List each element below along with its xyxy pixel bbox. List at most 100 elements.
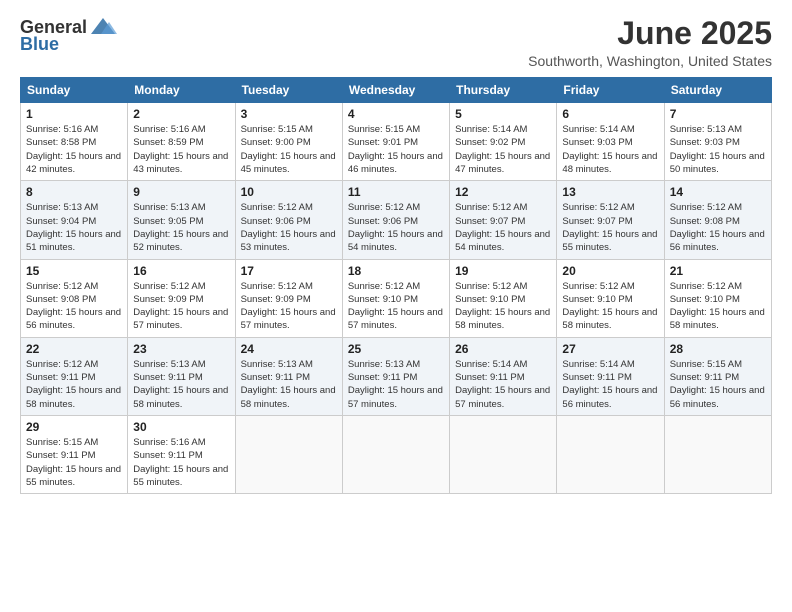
day-number: 8 — [26, 185, 122, 199]
table-row: 8Sunrise: 5:13 AMSunset: 9:04 PMDaylight… — [21, 181, 128, 259]
day-info: Sunrise: 5:12 AMSunset: 9:07 PMDaylight:… — [455, 202, 550, 253]
day-info: Sunrise: 5:14 AMSunset: 9:02 PMDaylight:… — [455, 124, 550, 175]
day-info: Sunrise: 5:16 AMSunset: 9:11 PMDaylight:… — [133, 437, 228, 488]
day-number: 3 — [241, 107, 337, 121]
day-number: 1 — [26, 107, 122, 121]
day-number: 22 — [26, 342, 122, 356]
day-info: Sunrise: 5:13 AMSunset: 9:11 PMDaylight:… — [348, 359, 443, 410]
calendar-page: General Blue June 2025 Southworth, Washi… — [0, 0, 792, 612]
day-number: 20 — [562, 264, 658, 278]
day-number: 16 — [133, 264, 229, 278]
calendar-table: Sunday Monday Tuesday Wednesday Thursday… — [20, 77, 772, 494]
table-row — [235, 415, 342, 493]
day-number: 25 — [348, 342, 444, 356]
day-info: Sunrise: 5:12 AMSunset: 9:08 PMDaylight:… — [26, 281, 121, 332]
table-row: 4 Sunrise: 5:15 AMSunset: 9:01 PMDaylight… — [342, 103, 449, 181]
day-info: Sunrise: 5:16 AMSunset: 8:58 PMDaylight:… — [26, 124, 121, 175]
day-number: 11 — [348, 185, 444, 199]
day-number: 17 — [241, 264, 337, 278]
day-number: 18 — [348, 264, 444, 278]
day-number: 23 — [133, 342, 229, 356]
col-saturday: Saturday — [664, 78, 771, 103]
day-info: Sunrise: 5:13 AMSunset: 9:03 PMDaylight:… — [670, 124, 765, 175]
day-info: Sunrise: 5:13 AMSunset: 9:05 PMDaylight:… — [133, 202, 228, 253]
table-row: 28 Sunrise: 5:15 AMSunset: 9:11 PMDayligh… — [664, 337, 771, 415]
day-number: 14 — [670, 185, 766, 199]
day-number: 15 — [26, 264, 122, 278]
day-number: 24 — [241, 342, 337, 356]
day-info: Sunrise: 5:12 AMSunset: 9:11 PMDaylight:… — [26, 359, 121, 410]
table-row: 13 Sunrise: 5:12 AMSunset: 9:07 PMDayligh… — [557, 181, 664, 259]
day-info: Sunrise: 5:12 AMSunset: 9:10 PMDaylight:… — [455, 281, 550, 332]
day-number: 29 — [26, 420, 122, 434]
table-row: 16 Sunrise: 5:12 AMSunset: 9:09 PMDayligh… — [128, 259, 235, 337]
table-row: 24 Sunrise: 5:13 AMSunset: 9:11 PMDayligh… — [235, 337, 342, 415]
calendar-header-row: Sunday Monday Tuesday Wednesday Thursday… — [21, 78, 772, 103]
table-row — [342, 415, 449, 493]
table-row: 20 Sunrise: 5:12 AMSunset: 9:10 PMDayligh… — [557, 259, 664, 337]
table-row: 18 Sunrise: 5:12 AMSunset: 9:10 PMDayligh… — [342, 259, 449, 337]
day-info: Sunrise: 5:12 AMSunset: 9:10 PMDaylight:… — [562, 281, 657, 332]
table-row: 23Sunrise: 5:13 AMSunset: 9:11 PMDayligh… — [128, 337, 235, 415]
table-row: 27 Sunrise: 5:14 AMSunset: 9:11 PMDayligh… — [557, 337, 664, 415]
col-friday: Friday — [557, 78, 664, 103]
day-number: 2 — [133, 107, 229, 121]
day-info: Sunrise: 5:14 AMSunset: 9:11 PMDaylight:… — [455, 359, 550, 410]
table-row: 6 Sunrise: 5:14 AMSunset: 9:03 PMDaylight… — [557, 103, 664, 181]
day-number: 26 — [455, 342, 551, 356]
day-info: Sunrise: 5:15 AMSunset: 9:11 PMDaylight:… — [670, 359, 765, 410]
table-row: 25 Sunrise: 5:13 AMSunset: 9:11 PMDayligh… — [342, 337, 449, 415]
day-number: 6 — [562, 107, 658, 121]
day-number: 4 — [348, 107, 444, 121]
day-info: Sunrise: 5:13 AMSunset: 9:11 PMDaylight:… — [241, 359, 336, 410]
table-row: 11 Sunrise: 5:12 AMSunset: 9:06 PMDayligh… — [342, 181, 449, 259]
day-info: Sunrise: 5:12 AMSunset: 9:10 PMDaylight:… — [348, 281, 443, 332]
table-row: 30 Sunrise: 5:16 AMSunset: 9:11 PMDayligh… — [128, 415, 235, 493]
col-thursday: Thursday — [450, 78, 557, 103]
table-row: 5 Sunrise: 5:14 AMSunset: 9:02 PMDaylight… — [450, 103, 557, 181]
table-row: 12 Sunrise: 5:12 AMSunset: 9:07 PMDayligh… — [450, 181, 557, 259]
day-info: Sunrise: 5:12 AMSunset: 9:07 PMDaylight:… — [562, 202, 657, 253]
table-row: 15 Sunrise: 5:12 AMSunset: 9:08 PMDayligh… — [21, 259, 128, 337]
day-number: 10 — [241, 185, 337, 199]
day-number: 12 — [455, 185, 551, 199]
day-number: 13 — [562, 185, 658, 199]
col-tuesday: Tuesday — [235, 78, 342, 103]
day-info: Sunrise: 5:15 AMSunset: 9:01 PMDaylight:… — [348, 124, 443, 175]
day-info: Sunrise: 5:15 AMSunset: 9:00 PMDaylight:… — [241, 124, 336, 175]
col-wednesday: Wednesday — [342, 78, 449, 103]
day-info: Sunrise: 5:14 AMSunset: 9:11 PMDaylight:… — [562, 359, 657, 410]
table-row — [557, 415, 664, 493]
day-number: 30 — [133, 420, 229, 434]
logo: General Blue — [20, 16, 117, 55]
day-info: Sunrise: 5:12 AMSunset: 9:09 PMDaylight:… — [133, 281, 228, 332]
table-row: 1 Sunrise: 5:16 AMSunset: 8:58 PMDaylight… — [21, 103, 128, 181]
col-monday: Monday — [128, 78, 235, 103]
day-number: 7 — [670, 107, 766, 121]
day-info: Sunrise: 5:12 AMSunset: 9:10 PMDaylight:… — [670, 281, 765, 332]
day-info: Sunrise: 5:12 AMSunset: 9:09 PMDaylight:… — [241, 281, 336, 332]
day-info: Sunrise: 5:16 AMSunset: 8:59 PMDaylight:… — [133, 124, 228, 175]
day-info: Sunrise: 5:12 AMSunset: 9:08 PMDaylight:… — [670, 202, 765, 253]
day-info: Sunrise: 5:14 AMSunset: 9:03 PMDaylight:… — [562, 124, 657, 175]
day-number: 5 — [455, 107, 551, 121]
day-number: 27 — [562, 342, 658, 356]
day-number: 28 — [670, 342, 766, 356]
table-row: 29Sunrise: 5:15 AMSunset: 9:11 PMDayligh… — [21, 415, 128, 493]
table-row: 17 Sunrise: 5:12 AMSunset: 9:09 PMDayligh… — [235, 259, 342, 337]
table-row: 14 Sunrise: 5:12 AMSunset: 9:08 PMDayligh… — [664, 181, 771, 259]
table-row: 21Sunrise: 5:12 AMSunset: 9:10 PMDayligh… — [664, 259, 771, 337]
location-subtitle: Southworth, Washington, United States — [528, 53, 772, 69]
col-sunday: Sunday — [21, 78, 128, 103]
table-row: 10Sunrise: 5:12 AMSunset: 9:06 PMDayligh… — [235, 181, 342, 259]
table-row — [664, 415, 771, 493]
day-info: Sunrise: 5:12 AMSunset: 9:06 PMDaylight:… — [348, 202, 443, 253]
day-number: 19 — [455, 264, 551, 278]
table-row: 26 Sunrise: 5:14 AMSunset: 9:11 PMDayligh… — [450, 337, 557, 415]
table-row: 2 Sunrise: 5:16 AMSunset: 8:59 PMDaylight… — [128, 103, 235, 181]
table-row — [450, 415, 557, 493]
header: General Blue June 2025 Southworth, Washi… — [20, 16, 772, 69]
table-row: 7 Sunrise: 5:13 AMSunset: 9:03 PMDaylight… — [664, 103, 771, 181]
logo-blue-text: Blue — [20, 34, 59, 55]
table-row: 19 Sunrise: 5:12 AMSunset: 9:10 PMDayligh… — [450, 259, 557, 337]
